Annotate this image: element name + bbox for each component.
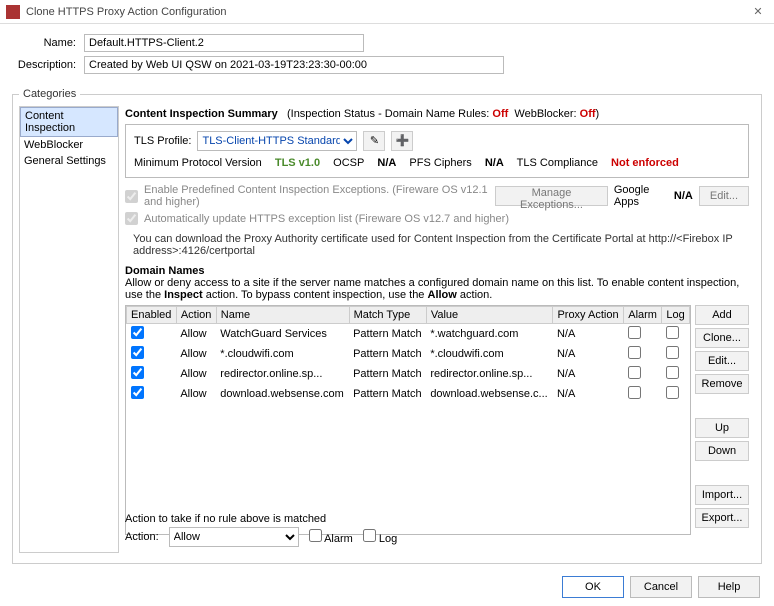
titlebar: Clone HTTPS Proxy Action Configuration ✕ — [0, 0, 774, 24]
col-value[interactable]: Value — [426, 307, 553, 324]
log-checkbox-label[interactable]: Log — [363, 529, 397, 545]
col-match[interactable]: Match Type — [349, 307, 426, 324]
close-icon[interactable]: ✕ — [748, 0, 768, 24]
protocol-line: Minimum Protocol Version TLS v1.0 OCSP N… — [134, 157, 740, 169]
row-log-checkbox[interactable] — [666, 346, 679, 359]
google-apps-value: N/A — [674, 190, 693, 202]
col-action[interactable]: Action — [176, 307, 216, 324]
ok-button[interactable]: OK — [562, 576, 624, 598]
main-panel: Content Inspection Summary (Inspection S… — [119, 106, 755, 553]
enable-exceptions-checkbox[interactable] — [125, 190, 138, 203]
domain-table[interactable]: Enabled Action Name Match Type Value Pro… — [125, 305, 691, 535]
col-log[interactable]: Log — [662, 307, 690, 324]
table-row[interactable]: AllowWatchGuard ServicesPattern Match*.w… — [127, 324, 690, 345]
sidebar-item-content-inspection[interactable]: Content Inspection — [20, 107, 118, 137]
col-name[interactable]: Name — [216, 307, 349, 324]
enable-exceptions-row: Enable Predefined Content Inspection Exc… — [125, 184, 749, 208]
tls-label: TLS Profile: — [134, 135, 191, 147]
auto-update-row: Automatically update HTTPS exception lis… — [125, 212, 749, 225]
row-log-checkbox[interactable] — [666, 366, 679, 379]
table-row[interactable]: Allow*.cloudwifi.comPattern Match*.cloud… — [127, 344, 690, 364]
table-row[interactable]: Allowdownload.websense.comPattern Matchd… — [127, 384, 690, 404]
domain-names-title: Domain Names — [125, 265, 749, 277]
add-button[interactable]: Add — [695, 305, 749, 325]
certificate-note: You can download the Proxy Authority cer… — [133, 233, 749, 257]
action-label: Action: — [125, 531, 159, 543]
down-button[interactable]: Down — [695, 441, 749, 461]
edit-button[interactable]: Edit... — [695, 351, 749, 371]
row-alarm-checkbox[interactable] — [628, 366, 641, 379]
alarm-checkbox[interactable] — [309, 529, 322, 542]
row-log-checkbox[interactable] — [666, 386, 679, 399]
row-alarm-checkbox[interactable] — [628, 326, 641, 339]
description-input[interactable] — [84, 56, 504, 74]
description-label: Description: — [14, 59, 84, 71]
sidebar-item-general-settings[interactable]: General Settings — [20, 153, 118, 169]
log-checkbox[interactable] — [363, 529, 376, 542]
name-input[interactable] — [84, 34, 364, 52]
app-icon — [6, 5, 20, 19]
help-button[interactable]: Help — [698, 576, 760, 598]
up-button[interactable]: Up — [695, 418, 749, 438]
import-button[interactable]: Import... — [695, 485, 749, 505]
window-title: Clone HTTPS Proxy Action Configuration — [26, 0, 748, 24]
row-enabled-checkbox[interactable] — [131, 366, 144, 379]
enable-exceptions-label: Enable Predefined Content Inspection Exc… — [144, 184, 489, 208]
tls-profile-select[interactable]: TLS-Client-HTTPS Standard — [197, 131, 357, 151]
col-enabled[interactable]: Enabled — [127, 307, 177, 324]
google-apps-label: Google Apps — [614, 184, 668, 208]
tls-profile-box: TLS Profile: TLS-Client-HTTPS Standard ✎… — [125, 124, 749, 178]
row-log-checkbox[interactable] — [666, 326, 679, 339]
add-profile-icon[interactable]: ➕ — [391, 131, 413, 151]
table-row[interactable]: Allowredirector.online.sp...Pattern Matc… — [127, 364, 690, 384]
row-alarm-checkbox[interactable] — [628, 346, 641, 359]
default-action-label: Action to take if no rule above is match… — [125, 513, 749, 525]
remove-button[interactable]: Remove — [695, 374, 749, 394]
auto-update-checkbox[interactable] — [125, 212, 138, 225]
row-alarm-checkbox[interactable] — [628, 386, 641, 399]
edit-google-button[interactable]: Edit... — [699, 186, 749, 206]
auto-update-label: Automatically update HTTPS exception lis… — [144, 213, 509, 225]
col-alarm[interactable]: Alarm — [624, 307, 662, 324]
sidebar: Content Inspection WebBlocker General Se… — [19, 106, 119, 553]
table-buttons: Add Clone... Edit... Remove Up Down Impo… — [695, 305, 749, 535]
row-enabled-checkbox[interactable] — [131, 326, 144, 339]
dialog-footer: OK Cancel Help — [562, 576, 760, 598]
col-proxy[interactable]: Proxy Action — [553, 307, 624, 324]
categories-legend: Categories — [19, 88, 80, 100]
row-enabled-checkbox[interactable] — [131, 346, 144, 359]
cancel-button[interactable]: Cancel — [630, 576, 692, 598]
default-action-row: Action to take if no rule above is match… — [125, 513, 749, 547]
edit-profile-icon[interactable]: ✎ — [363, 131, 385, 151]
sidebar-item-webblocker[interactable]: WebBlocker — [20, 137, 118, 153]
name-label: Name: — [14, 37, 84, 49]
clone-button[interactable]: Clone... — [695, 328, 749, 348]
row-enabled-checkbox[interactable] — [131, 386, 144, 399]
domain-names-desc: Allow or deny access to a site if the se… — [125, 277, 749, 301]
manage-exceptions-button[interactable]: Manage Exceptions... — [495, 186, 608, 206]
default-action-select[interactable]: Allow — [169, 527, 299, 547]
summary-line: Content Inspection Summary (Inspection S… — [125, 108, 749, 120]
alarm-checkbox-label[interactable]: Alarm — [309, 529, 353, 545]
categories-fieldset: Categories Content Inspection WebBlocker… — [12, 88, 762, 564]
